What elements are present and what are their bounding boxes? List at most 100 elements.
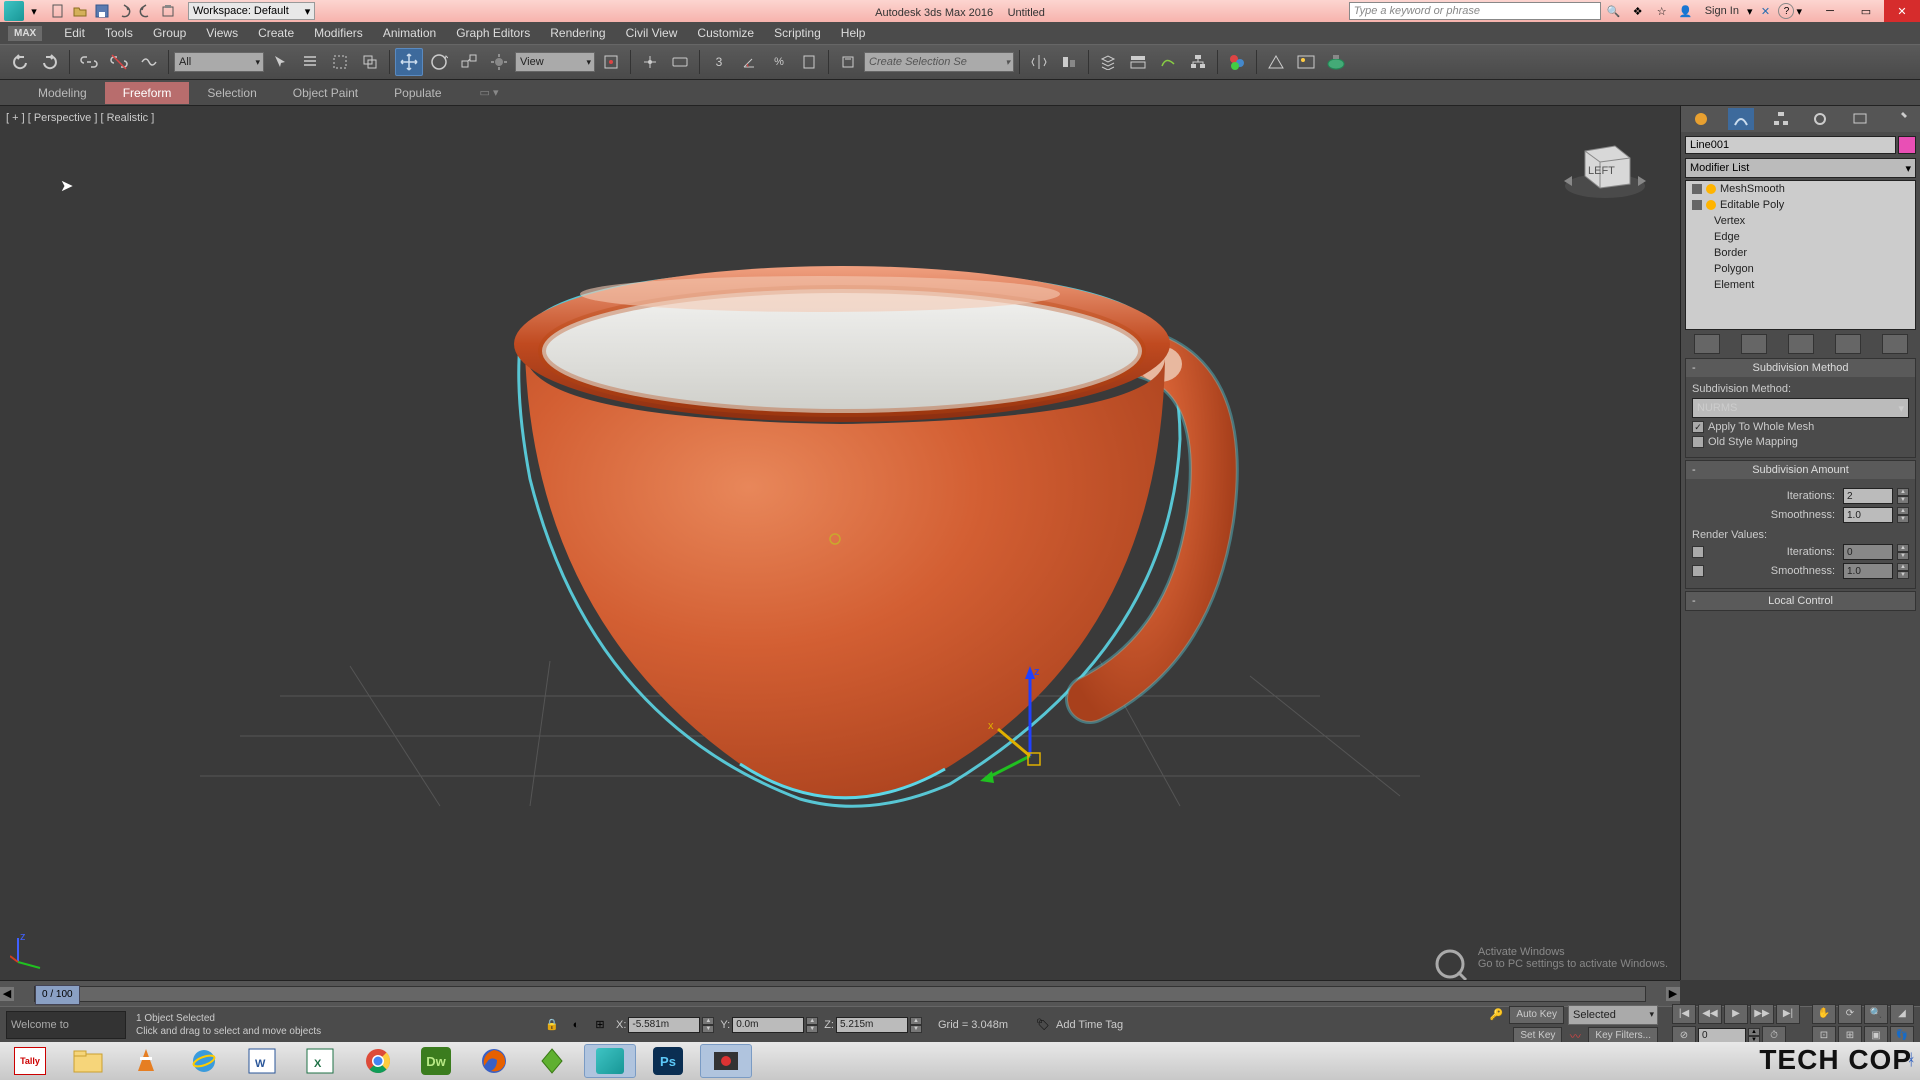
taskbar-explorer[interactable]: [62, 1044, 114, 1078]
taskbar-photoshop[interactable]: Ps: [642, 1044, 694, 1078]
smoothness-spinner[interactable]: ▲▼: [1897, 507, 1909, 523]
app-menu-dropdown[interactable]: ▾: [28, 5, 40, 17]
spinner-snap-icon[interactable]: [795, 48, 823, 76]
pivot-center-icon[interactable]: [597, 48, 625, 76]
coord-z-input[interactable]: [836, 1017, 908, 1033]
edit-named-sel-icon[interactable]: [834, 48, 862, 76]
menu-help[interactable]: Help: [831, 26, 876, 40]
menu-views[interactable]: Views: [196, 26, 248, 40]
ribbon-tab-modeling[interactable]: Modeling: [20, 82, 105, 104]
undo-button[interactable]: [6, 48, 34, 76]
render-iterations-spinner[interactable]: ▲▼: [1897, 544, 1909, 560]
workspace-selector[interactable]: Workspace: Default ▾: [188, 2, 315, 20]
coord-x-spinner[interactable]: ▲▼: [702, 1017, 714, 1033]
keyboard-shortcut-icon[interactable]: [666, 48, 694, 76]
open-icon[interactable]: [70, 2, 90, 20]
angle-snap-icon[interactable]: [735, 48, 763, 76]
cup-model[interactable]: [390, 179, 1290, 879]
restore-button[interactable]: ▭: [1848, 0, 1884, 22]
render-smoothness-input[interactable]: [1843, 563, 1893, 579]
modifier-element[interactable]: Element: [1686, 277, 1915, 293]
coord-y-input[interactable]: [732, 1017, 804, 1033]
new-icon[interactable]: [48, 2, 68, 20]
isolate-icon[interactable]: ◐: [566, 1015, 586, 1035]
fov-icon[interactable]: ◢: [1890, 1004, 1914, 1024]
render-production-icon[interactable]: [1322, 48, 1350, 76]
project-icon[interactable]: [158, 2, 178, 20]
snap-toggle-icon[interactable]: 3: [705, 48, 733, 76]
minimize-button[interactable]: ─: [1812, 0, 1848, 22]
render-iterations-checkbox[interactable]: [1692, 546, 1704, 558]
menu-rendering[interactable]: Rendering: [540, 26, 615, 40]
redo-icon[interactable]: [136, 2, 156, 20]
timeline-prev[interactable]: ◀: [0, 987, 14, 1001]
configure-sets-icon[interactable]: [1882, 334, 1908, 354]
taskbar-tally[interactable]: Tally: [4, 1044, 56, 1078]
create-tab-icon[interactable]: [1688, 108, 1714, 130]
utilities-tab-icon[interactable]: [1887, 108, 1913, 130]
object-name-input[interactable]: [1685, 136, 1896, 154]
show-end-result-icon[interactable]: [1741, 334, 1767, 354]
menu-civil-view[interactable]: Civil View: [616, 26, 688, 40]
goto-end-icon[interactable]: ▶|: [1776, 1004, 1800, 1024]
save-icon[interactable]: [92, 2, 112, 20]
curve-editor-icon[interactable]: [1154, 48, 1182, 76]
timeline-track[interactable]: 0 / 100: [34, 986, 1646, 1002]
taskbar-chrome[interactable]: [352, 1044, 404, 1078]
user-icon[interactable]: 👤: [1675, 2, 1697, 20]
menu-modifiers[interactable]: Modifiers: [304, 26, 373, 40]
autokey-button[interactable]: Auto Key: [1509, 1006, 1564, 1024]
taskbar-dreamweaver[interactable]: Dw: [410, 1044, 462, 1078]
selection-brackets-icon[interactable]: ⊞: [590, 1015, 610, 1035]
rotate-tool-icon[interactable]: [425, 48, 453, 76]
modifier-vertex[interactable]: Vertex: [1686, 213, 1915, 229]
menu-edit[interactable]: Edit: [54, 26, 95, 40]
taskbar-recorder[interactable]: [700, 1044, 752, 1078]
ribbon-tab-freeform[interactable]: Freeform: [105, 82, 190, 104]
rendered-frame-icon[interactable]: [1292, 48, 1320, 76]
modifier-list-dropdown[interactable]: Modifier List▾: [1685, 158, 1916, 178]
time-tag-icon[interactable]: 🏷: [1034, 1016, 1052, 1034]
pin-stack-icon[interactable]: [1694, 334, 1720, 354]
menu-animation[interactable]: Animation: [373, 26, 446, 40]
ribbon-tab-object-paint[interactable]: Object Paint: [275, 82, 376, 104]
layer-explorer-icon[interactable]: [1094, 48, 1122, 76]
modifier-edge[interactable]: Edge: [1686, 229, 1915, 245]
next-frame-icon[interactable]: ▶▶: [1750, 1004, 1774, 1024]
object-color-swatch[interactable]: [1898, 136, 1916, 154]
signin-link[interactable]: Sign In: [1705, 5, 1739, 17]
viewport-label[interactable]: [ + ] [ Perspective ] [ Realistic ]: [6, 112, 154, 124]
set-key-anim-icon[interactable]: 🔑: [1487, 1006, 1505, 1024]
taskbar-firefox[interactable]: [468, 1044, 520, 1078]
hierarchy-tab-icon[interactable]: [1768, 108, 1794, 130]
menu-tools[interactable]: Tools: [95, 26, 143, 40]
select-by-name-icon[interactable]: [296, 48, 324, 76]
bind-spacewarp-icon[interactable]: [135, 48, 163, 76]
modifier-border[interactable]: Border: [1686, 245, 1915, 261]
undo-icon[interactable]: [114, 2, 134, 20]
zoom-icon[interactable]: 🔍: [1864, 1004, 1888, 1024]
coordinate-system-dropdown[interactable]: View: [515, 52, 595, 72]
link-icon[interactable]: [75, 48, 103, 76]
favorite-icon[interactable]: ☆: [1651, 2, 1673, 20]
placement-tool-icon[interactable]: [485, 48, 513, 76]
play-icon[interactable]: ▶: [1724, 1004, 1748, 1024]
scale-tool-icon[interactable]: [455, 48, 483, 76]
percent-snap-icon[interactable]: %: [765, 48, 793, 76]
timeline-next[interactable]: ▶: [1666, 987, 1680, 1001]
maxscript-mini-listener[interactable]: Welcome to: [6, 1011, 126, 1039]
make-unique-icon[interactable]: [1788, 334, 1814, 354]
render-smoothness-spinner[interactable]: ▲▼: [1897, 563, 1909, 579]
selection-filter-dropdown[interactable]: All: [174, 52, 264, 72]
viewport[interactable]: [ + ] [ Perspective ] [ Realistic ]: [0, 106, 1680, 980]
selection-lock-icon[interactable]: 🔒: [542, 1015, 562, 1035]
iterations-spinner[interactable]: ▲▼: [1897, 488, 1909, 504]
mirror-icon[interactable]: [1025, 48, 1053, 76]
communication-icon[interactable]: ✕: [1754, 2, 1776, 20]
subdivision-method-dropdown[interactable]: NURMS▾: [1692, 398, 1909, 418]
modify-tab-icon[interactable]: [1728, 108, 1754, 130]
prev-frame-icon[interactable]: ◀◀: [1698, 1004, 1722, 1024]
pan-view-icon[interactable]: ✋: [1812, 1004, 1836, 1024]
menu-customize[interactable]: Customize: [687, 26, 764, 40]
view-cube[interactable]: LEFT: [1560, 126, 1650, 206]
